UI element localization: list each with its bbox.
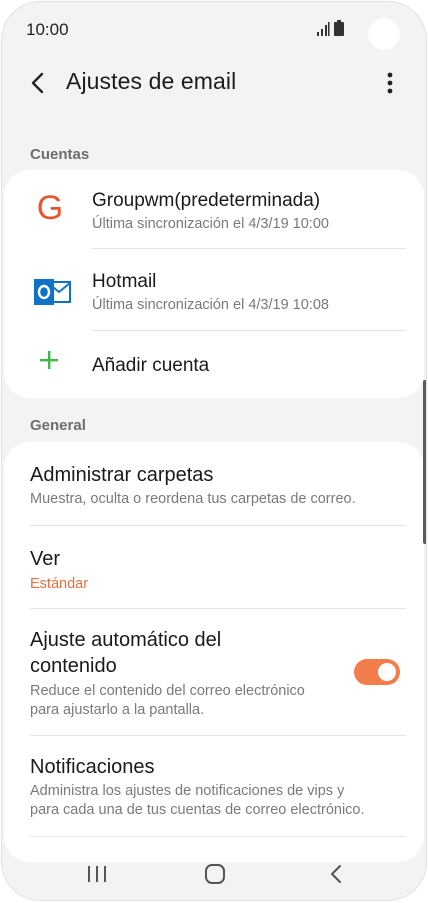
setting-subtitle-line1: Administra los ajustes de notificaciones… <box>30 783 345 799</box>
status-bar: 10:00 <box>2 2 426 58</box>
gmail-g-icon: G <box>36 189 64 227</box>
app-bar: Ajustes de email <box>2 58 426 110</box>
more-options-icon[interactable] <box>378 68 402 98</box>
setting-title: Ver <box>30 548 61 570</box>
section-label-general: General <box>30 417 86 434</box>
navigation-bar <box>2 848 426 900</box>
scroll-indicator[interactable] <box>423 380 426 544</box>
plus-icon <box>40 351 58 369</box>
back-arrow-icon[interactable] <box>24 68 54 98</box>
front-camera <box>368 18 400 50</box>
setting-subtitle-line2: para ajustarlo a la pantalla. <box>30 702 205 718</box>
add-account-button[interactable]: Añadir cuenta <box>4 331 424 397</box>
status-time: 10:00 <box>26 20 69 39</box>
setting-view[interactable]: Ver Estándar <box>4 526 424 608</box>
account-name: Hotmail <box>92 271 157 292</box>
setting-auto-fit-content[interactable]: Ajuste automático del contenido Reduce e… <box>4 609 424 734</box>
setting-subtitle: Muestra, oculta o reordena tus carpetas … <box>30 491 356 507</box>
account-sync-status: Última sincronización el 4/3/19 10:08 <box>92 297 329 313</box>
signal-icon <box>317 22 330 36</box>
setting-value: Estándar <box>30 576 89 592</box>
back-nav-icon[interactable] <box>320 860 354 888</box>
general-card: Administrar carpetas Muestra, oculta o r… <box>4 442 424 862</box>
setting-manage-folders[interactable]: Administrar carpetas Muestra, oculta o r… <box>4 442 424 525</box>
setting-title-line1: Ajuste automático del <box>30 629 222 651</box>
section-label-accounts: Cuentas <box>30 146 90 163</box>
accounts-card: G Groupwm(predeterminada) Última sincron… <box>4 170 424 398</box>
setting-subtitle-line2: para cada una de tus cuentas de correo e… <box>30 802 365 818</box>
add-account-label: Añadir cuenta <box>92 355 210 376</box>
auto-fit-toggle[interactable] <box>354 659 400 685</box>
account-name: Groupwm(predeterminada) <box>92 190 321 211</box>
home-icon[interactable] <box>198 860 232 888</box>
account-row-hotmail[interactable]: Hotmail Última sincronización el 4/3/19 … <box>4 249 424 329</box>
phone-screen: 10:00 Ajustes de email Cuentas G Groupwm <box>2 2 426 900</box>
page-title: Ajustes de email <box>66 68 237 94</box>
setting-title: Notificaciones <box>30 756 155 778</box>
divider <box>30 836 406 837</box>
setting-notifications[interactable]: Notificaciones Administra los ajustes de… <box>4 736 424 836</box>
outlook-icon <box>34 279 71 305</box>
toggle-knob <box>376 661 398 683</box>
recent-apps-icon[interactable] <box>80 860 114 888</box>
setting-subtitle-line1: Reduce el contenido del correo electróni… <box>30 683 305 699</box>
setting-title-line2: contenido <box>30 655 117 677</box>
account-sync-status: Última sincronización el 4/3/19 10:00 <box>92 216 329 232</box>
setting-title: Administrar carpetas <box>30 464 214 486</box>
battery-icon <box>334 20 344 36</box>
account-row-groupwm[interactable]: G Groupwm(predeterminada) Última sincron… <box>4 170 424 248</box>
